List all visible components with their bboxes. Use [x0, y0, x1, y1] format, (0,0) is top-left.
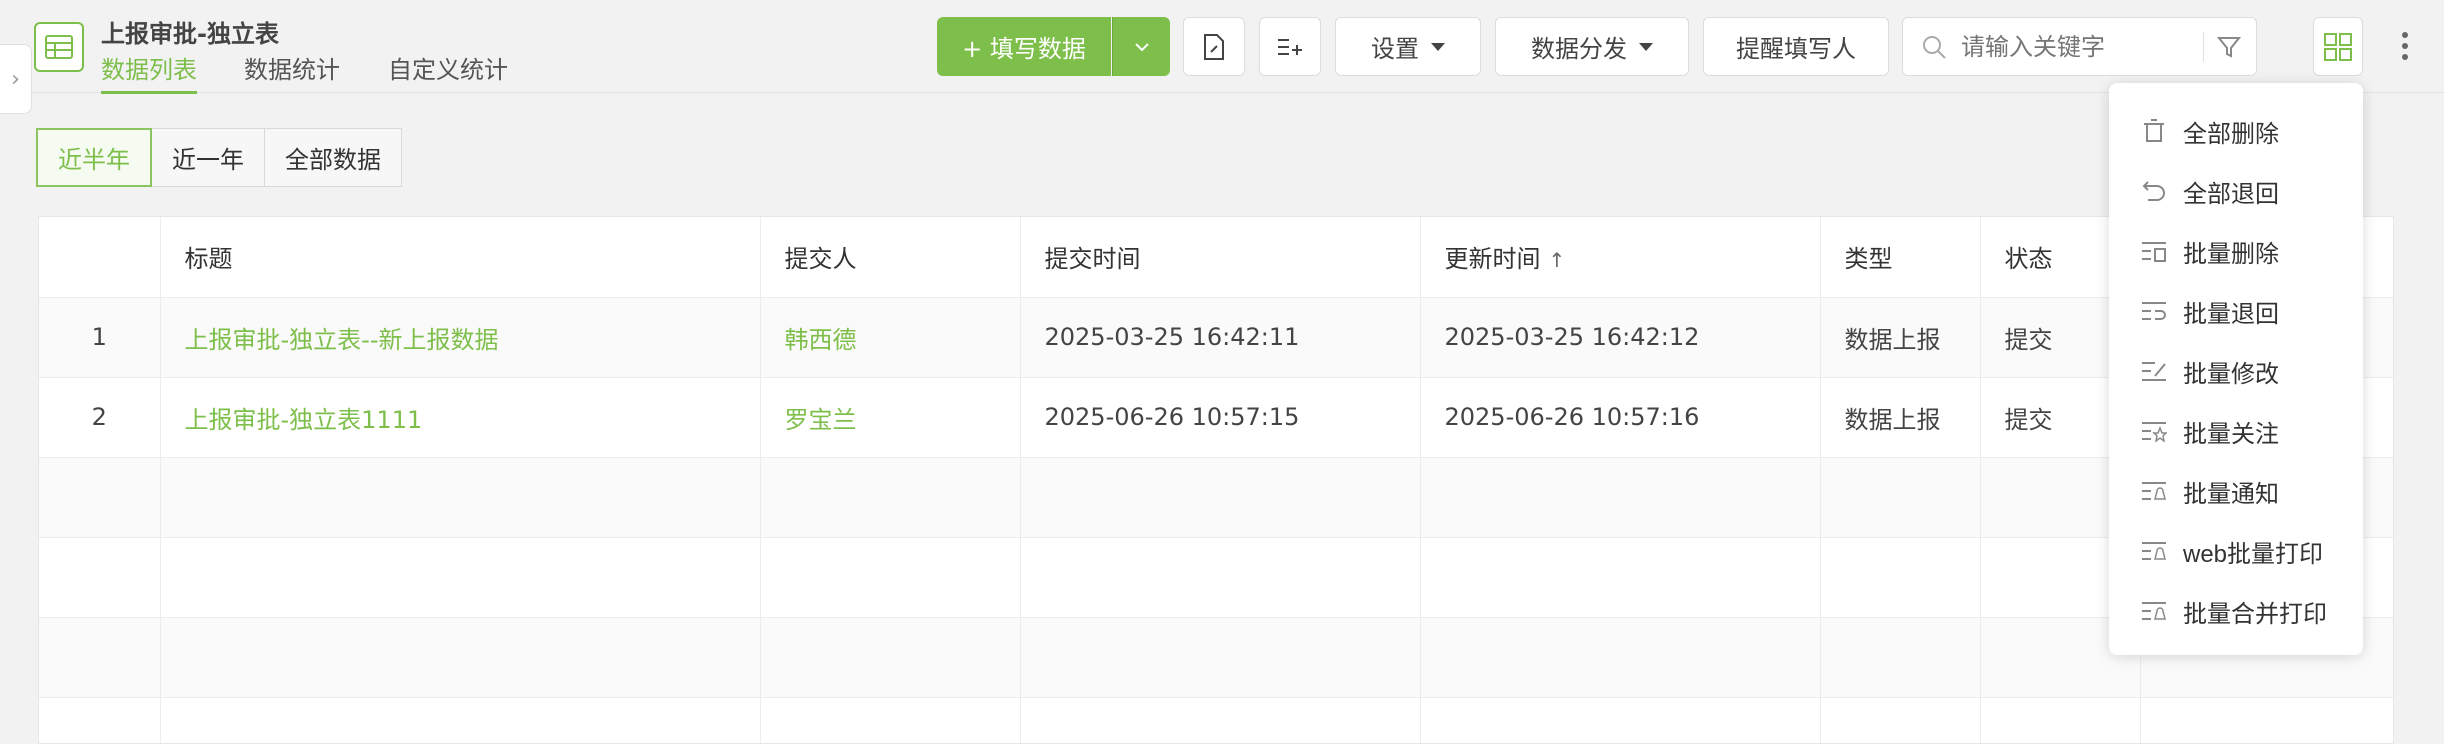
more-dot — [2402, 32, 2408, 38]
column-header-index — [39, 217, 161, 298]
menu-label: web批量打印 — [2183, 540, 2324, 568]
menu-item-delete-all[interactable]: 全部删除 — [2109, 101, 2363, 161]
filter-one-year[interactable]: 近一年 — [151, 128, 265, 187]
menu-label: 批量退回 — [2183, 300, 2279, 328]
tab-data-list[interactable]: 数据列表 — [101, 50, 197, 94]
chevron-down-icon — [1134, 42, 1149, 51]
menu-item-batch-edit[interactable]: 批量修改 — [2109, 341, 2363, 401]
layout-toggle-button[interactable] — [2313, 17, 2363, 76]
table-header-row: 标题 提交人 提交时间 更新时间 ↑ 类型 状态 — [39, 217, 2393, 298]
add-field-button[interactable] — [1259, 17, 1321, 76]
fill-data-dropdown-button[interactable] — [1112, 17, 1170, 76]
empty-row — [39, 617, 2393, 698]
menu-label: 批量关注 — [2183, 420, 2279, 448]
batch-edit-icon — [2141, 358, 2167, 384]
settings-label: 设置 — [1371, 35, 1419, 63]
grid-layout-icon — [2324, 32, 2352, 61]
menu-label: 批量合并打印 — [2183, 600, 2327, 628]
row-index: 2 — [39, 377, 161, 458]
batch-delete-icon — [2141, 238, 2167, 264]
export-file-button[interactable] — [1183, 17, 1245, 76]
menu-item-return-all[interactable]: 全部退回 — [2109, 161, 2363, 221]
data-table: 标题 提交人 提交时间 更新时间 ↑ 类型 状态 1 上报审批-独立表--新上报数… — [38, 216, 2394, 744]
settings-button[interactable]: 设置 — [1335, 17, 1481, 76]
empty-row — [39, 697, 2393, 743]
more-dot — [2402, 54, 2408, 60]
filter-half-year[interactable]: 近半年 — [36, 128, 152, 187]
row-submitter-link[interactable]: 罗宝兰 — [760, 377, 1021, 458]
row-submit-time: 2025-03-25 16:42:11 — [1020, 297, 1421, 378]
column-header-update-time[interactable]: 更新时间 ↑ — [1420, 217, 1821, 298]
menu-item-batch-delete[interactable]: 批量删除 — [2109, 221, 2363, 281]
caret-down-icon — [1431, 42, 1445, 51]
menu-label: 批量删除 — [2183, 240, 2279, 268]
file-edit-icon — [1204, 33, 1224, 60]
batch-star-icon — [2141, 418, 2167, 444]
menu-item-batch-notify[interactable]: 批量通知 — [2109, 461, 2363, 521]
row-submit-time: 2025-06-26 10:57:15 — [1020, 377, 1421, 458]
trash-icon — [2141, 118, 2167, 144]
sidebar-expand-toggle[interactable]: › — [0, 44, 32, 114]
chevron-right-icon: › — [11, 66, 20, 92]
table-row[interactable]: 1 上报审批-独立表--新上报数据 韩西德 2025-03-25 16:42:1… — [39, 297, 2393, 378]
tab-custom-statistics[interactable]: 自定义统计 — [388, 50, 508, 91]
data-distribute-button[interactable]: 数据分发 — [1495, 17, 1689, 76]
list-add-icon — [1278, 38, 1302, 55]
row-submitter-link[interactable]: 韩西德 — [760, 297, 1021, 378]
search-box — [1902, 17, 2257, 76]
menu-label: 批量通知 — [2183, 480, 2279, 508]
batch-merge-print-icon — [2141, 598, 2167, 624]
search-input[interactable] — [1961, 30, 2191, 64]
row-type: 数据上报 — [1820, 377, 1981, 458]
more-dot — [2402, 43, 2408, 49]
column-header-type[interactable]: 类型 — [1820, 217, 1981, 298]
row-type: 数据上报 — [1820, 297, 1981, 378]
empty-row — [39, 537, 2393, 618]
fill-data-button[interactable]: + 填写数据 — [937, 17, 1111, 76]
row-update-time: 2025-03-25 16:42:12 — [1420, 297, 1821, 378]
tab-data-statistics[interactable]: 数据统计 — [244, 50, 340, 91]
batch-notify-icon — [2141, 478, 2167, 504]
distribute-label: 数据分发 — [1531, 35, 1627, 63]
filter-icon[interactable] — [2217, 35, 2241, 59]
menu-label: 批量修改 — [2183, 360, 2279, 388]
search-icon — [1923, 36, 1946, 59]
column-header-submit-time[interactable]: 提交时间 — [1020, 217, 1421, 298]
menu-item-batch-merge-print[interactable]: 批量合并打印 — [2109, 581, 2363, 641]
remind-filler-button[interactable]: 提醒填写人 — [1703, 17, 1889, 76]
table-app-icon — [34, 22, 84, 72]
more-options-button[interactable] — [2390, 24, 2420, 68]
undo-icon — [2141, 178, 2167, 204]
menu-label: 全部退回 — [2183, 180, 2279, 208]
column-header-submitter[interactable]: 提交人 — [760, 217, 1021, 298]
batch-print-icon — [2141, 538, 2167, 564]
update-time-label: 更新时间 — [1444, 245, 1541, 274]
menu-label: 全部删除 — [2183, 120, 2279, 148]
empty-row — [39, 457, 2393, 538]
batch-actions-menu: 全部删除 全部退回 批量删除 批量退回 批量修改 批量关注 批量通知 web批量… — [2109, 83, 2363, 655]
time-range-filter: 近半年 近一年 全部数据 — [36, 128, 402, 187]
caret-down-icon — [1639, 42, 1653, 51]
menu-item-batch-return[interactable]: 批量退回 — [2109, 281, 2363, 341]
filter-all-data[interactable]: 全部数据 — [264, 128, 402, 187]
row-title-link[interactable]: 上报审批-独立表1111 — [160, 377, 761, 458]
table-row[interactable]: 2 上报审批-独立表1111 罗宝兰 2025-06-26 10:57:15 2… — [39, 377, 2393, 458]
column-header-title[interactable]: 标题 — [160, 217, 761, 298]
row-index: 1 — [39, 297, 161, 378]
row-title-link[interactable]: 上报审批-独立表--新上报数据 — [160, 297, 761, 378]
menu-item-batch-follow[interactable]: 批量关注 — [2109, 401, 2363, 461]
menu-item-web-batch-print[interactable]: web批量打印 — [2109, 521, 2363, 581]
page-title: 上报审批-独立表 — [101, 20, 279, 48]
search-divider — [2203, 32, 2204, 62]
batch-return-icon — [2141, 298, 2167, 324]
row-update-time: 2025-06-26 10:57:16 — [1420, 377, 1821, 458]
sort-ascending-icon[interactable]: ↑ — [1549, 248, 1566, 272]
